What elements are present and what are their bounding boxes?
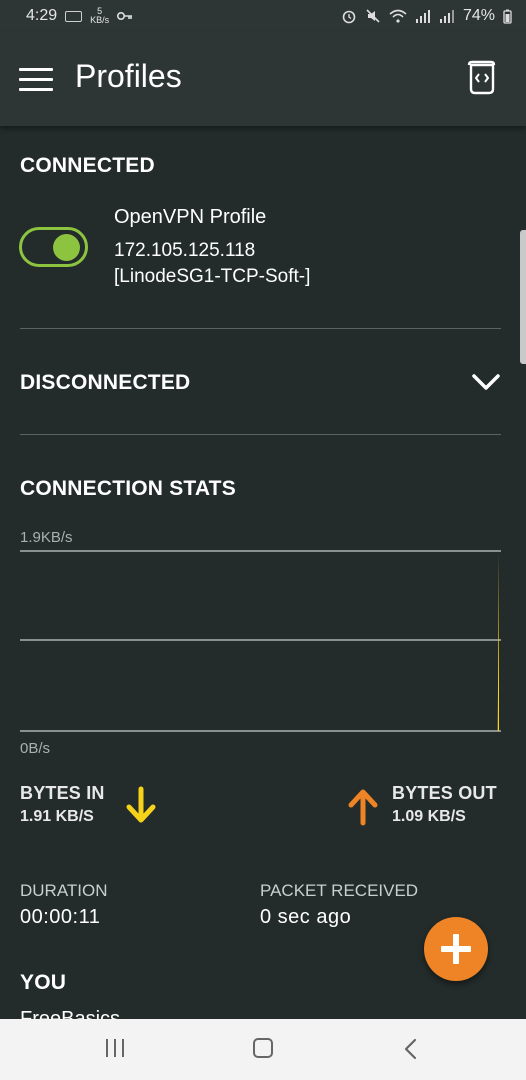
bytes-in-value: 1.91 KB/S [20,808,94,825]
battery-percent: 74% [462,7,495,24]
add-profile-button[interactable] [424,917,488,981]
bytes-in-label: BYTES IN [20,783,105,803]
network-speed: 5 KB/s [90,7,109,25]
app-bar: Profiles [0,32,526,126]
bytes-in-series-area [486,551,499,731]
scroll-indicator [520,230,526,364]
divider [20,328,501,329]
connection-toggle[interactable] [19,227,88,267]
status-bar: 4:29 5 KB/s 74% [0,0,526,32]
chart-y-max-label: 1.9KB/s [20,529,73,546]
toggle-knob [53,234,80,261]
chart-y-min-label: 0B/s [20,740,51,757]
arrow-down-icon [126,786,156,823]
duration-value: 00:00:11 [20,906,101,928]
import-profile-icon[interactable] [466,60,502,96]
connected-section-title: CONNECTED [20,154,155,177]
system-nav-bar [0,1019,526,1080]
notification-icon [65,10,83,22]
packet-received-value: 0 sec ago [260,906,352,928]
vpn-key-icon [117,12,133,20]
arrow-up-icon [348,789,378,826]
disconnected-section-title[interactable]: DISCONNECTED [20,371,190,395]
mute-icon [366,9,380,23]
stats-section-title: CONNECTION STATS [20,477,236,500]
wifi-icon [389,9,407,23]
home-icon[interactable] [253,1038,273,1058]
battery-icon [503,9,512,24]
bytes-out-value: 1.09 KB/S [392,808,466,825]
page-title: Profiles [75,58,182,94]
status-time: 4:29 [26,7,58,24]
profile-server: [LinodeSG1-TCP-Soft-] [114,266,311,287]
bytes-out-label: BYTES OUT [392,783,497,803]
signal-icon-2 [439,10,454,23]
you-section-title: YOU [20,971,67,994]
recent-apps-icon[interactable] [106,1039,126,1057]
menu-icon[interactable] [19,68,53,92]
network-speed-unit: KB/s [90,15,110,25]
duration-label: DURATION [20,881,108,900]
back-icon[interactable] [401,1037,421,1061]
packet-received-label: PACKET RECEIVED [260,881,419,900]
traffic-chart [20,550,501,732]
alarm-icon [342,10,356,24]
signal-icon [415,10,430,23]
profile-name[interactable]: OpenVPN Profile [114,206,266,229]
chevron-down-icon[interactable] [470,370,502,394]
profile-ip: 172.105.125.118 [114,240,256,261]
divider [20,434,501,435]
